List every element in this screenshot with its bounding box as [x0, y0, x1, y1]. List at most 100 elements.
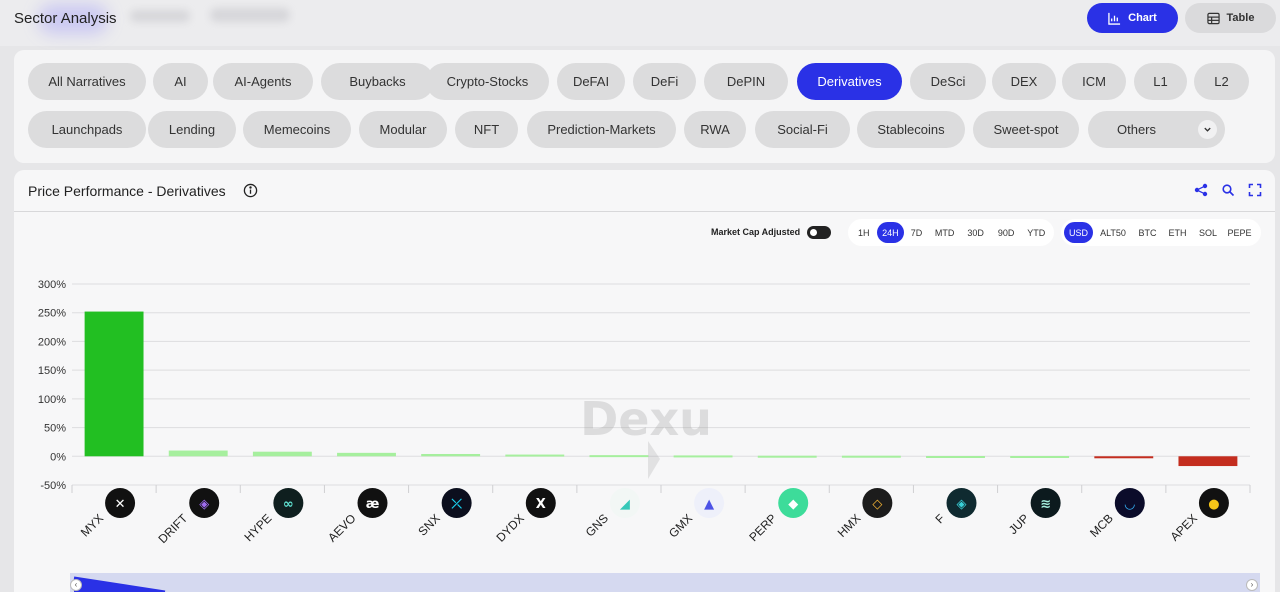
- narrative-chip-stablecoins[interactable]: Stablecoins: [857, 111, 965, 148]
- narrative-chip-label: DeSci: [930, 74, 966, 89]
- narrative-chip-modular[interactable]: Modular: [359, 111, 447, 148]
- base-currency-selector: USD ALT50 BTC ETH SOL PEPE: [1061, 219, 1261, 246]
- chart-view-button[interactable]: Chart: [1087, 3, 1178, 33]
- narrative-chip-buybacks[interactable]: Buybacks: [321, 63, 434, 100]
- narrative-chip-others[interactable]: Others: [1088, 111, 1225, 148]
- zoom-icon[interactable]: [1221, 183, 1235, 197]
- chevron-down-icon[interactable]: [1198, 120, 1217, 139]
- share-icon[interactable]: [1194, 183, 1208, 197]
- table-view-button[interactable]: Table: [1185, 3, 1276, 33]
- fullscreen-icon[interactable]: [1248, 183, 1262, 197]
- narrative-chip-defai[interactable]: DeFAI: [557, 63, 625, 100]
- bar-mcb: [1094, 456, 1154, 459]
- token-glyph: ◇: [872, 497, 882, 512]
- x-tick-label: AEVO: [325, 511, 358, 544]
- timeframe-option-30d[interactable]: 30D: [960, 222, 991, 243]
- market-cap-adjusted-toggle[interactable]: [807, 226, 831, 239]
- chart-view-label: Chart: [1128, 12, 1157, 24]
- narrative-chip-sweet-spot[interactable]: Sweet-spot: [973, 111, 1079, 148]
- narrative-chip-all-narratives[interactable]: All Narratives: [28, 63, 146, 100]
- narrative-chip-derivatives[interactable]: Derivatives: [797, 63, 902, 100]
- narrative-chip-label: Memecoins: [263, 122, 331, 137]
- bar-drift: [168, 450, 228, 457]
- narrative-chip-label: Crypto-Stocks: [446, 74, 529, 89]
- narrative-chip-defi[interactable]: DeFi: [633, 63, 696, 100]
- x-tick-label: DRIFT: [155, 511, 190, 546]
- timeframe-option-24h[interactable]: 24H: [876, 222, 905, 243]
- timeframe-option-7d[interactable]: 7D: [904, 222, 929, 243]
- narrative-chip-depin[interactable]: DePIN: [704, 63, 788, 100]
- x-tick-label: F: [933, 511, 948, 526]
- base-option-eth[interactable]: ETH: [1162, 222, 1193, 243]
- y-tick-label: 100%: [38, 394, 66, 406]
- narrative-chip-crypto-stocks[interactable]: Crypto-Stocks: [426, 63, 549, 100]
- narrative-chip-label: DeFAI: [572, 74, 610, 89]
- narrative-chip-desci[interactable]: DeSci: [910, 63, 986, 100]
- token-glyph: ∞: [283, 497, 294, 512]
- y-tick-label: 150%: [38, 365, 66, 377]
- timeframe-selector: 1H 24H 7D MTD 30D 90D YTD: [848, 219, 1054, 246]
- narrative-chip-prediction-markets[interactable]: Prediction-Markets: [527, 111, 676, 148]
- x-tick-label: MYX: [78, 511, 106, 539]
- narrative-chip-label: Social-Fi: [777, 122, 828, 137]
- token-glyph: X: [536, 497, 546, 512]
- narrative-chip-label: DeFi: [650, 74, 679, 89]
- bar-snx: [421, 453, 481, 457]
- narrative-chip-icm[interactable]: ICM: [1062, 63, 1126, 100]
- narrative-chip-launchpads[interactable]: Launchpads: [28, 111, 146, 148]
- timeframe-option-1h[interactable]: 1H: [851, 222, 877, 243]
- token-glyph: ◈: [957, 497, 967, 512]
- narrative-chip-memecoins[interactable]: Memecoins: [243, 111, 351, 148]
- narrative-chip-lending[interactable]: Lending: [148, 111, 236, 148]
- timeframe-option-90d[interactable]: 90D: [991, 222, 1022, 243]
- info-icon[interactable]: [243, 183, 258, 198]
- token-glyph: ◆: [788, 497, 798, 512]
- narrative-chip-label: RWA: [700, 122, 730, 137]
- narrative-chip-dex[interactable]: DEX: [992, 63, 1056, 100]
- token-glyph: ●: [1208, 497, 1219, 512]
- narrative-chip-l2[interactable]: L2: [1194, 63, 1249, 100]
- token-glyph: ◢: [620, 497, 630, 512]
- narrative-chip-rwa[interactable]: RWA: [684, 111, 746, 148]
- narrative-filter-panel: All Narratives AI AI-Agents Buybacks Crypto-…: [14, 50, 1275, 163]
- narrative-chip-label: Derivatives: [817, 74, 882, 89]
- base-option-pepe[interactable]: PEPE: [1223, 222, 1256, 243]
- y-tick-label: 300%: [38, 279, 66, 291]
- timeframe-option-ytd[interactable]: YTD: [1021, 222, 1051, 243]
- base-option-alt50[interactable]: ALT50: [1093, 222, 1133, 243]
- panel-header: Price Performance - Derivatives: [14, 170, 1275, 212]
- base-option-usd[interactable]: USD: [1064, 222, 1093, 243]
- bar-jup: [1010, 455, 1070, 458]
- range-slider-track[interactable]: [70, 573, 1260, 592]
- narrative-chip-label: Stablecoins: [877, 122, 945, 137]
- narrative-chip-ai-agents[interactable]: AI-Agents: [213, 63, 313, 100]
- narrative-chip-l1[interactable]: L1: [1134, 63, 1187, 100]
- narrative-chip-social-fi[interactable]: Social-Fi: [755, 111, 850, 148]
- x-tick-label: DYDX: [493, 511, 526, 544]
- x-tick-label: PERP: [746, 511, 779, 544]
- x-tick-label: SNX: [415, 511, 442, 538]
- range-handle-right[interactable]: ›: [1246, 579, 1258, 591]
- narrative-chip-nft[interactable]: NFT: [455, 111, 518, 148]
- range-handle-left[interactable]: ‹: [70, 579, 82, 591]
- narrative-chip-label: ICM: [1082, 74, 1106, 89]
- token-glyph: æ: [366, 497, 380, 512]
- base-option-btc[interactable]: BTC: [1133, 222, 1162, 243]
- token-glyph: ≋: [1040, 497, 1051, 512]
- token-glyph: ◡: [1125, 497, 1135, 512]
- narrative-chip-label: L1: [1153, 74, 1168, 89]
- page-title: Sector Analysis: [14, 10, 117, 27]
- narrative-chip-ai[interactable]: AI: [153, 63, 208, 100]
- x-tick-label: HMX: [835, 511, 864, 540]
- base-option-sol[interactable]: SOL: [1193, 222, 1223, 243]
- panel-title: Price Performance - Derivatives: [28, 183, 226, 199]
- narrative-chip-label: AI-Agents: [234, 74, 292, 89]
- narrative-chip-label: Prediction-Markets: [547, 122, 656, 137]
- narrative-chip-label: DePIN: [726, 74, 766, 89]
- timeframe-option-mtd[interactable]: MTD: [929, 222, 961, 243]
- table-icon: [1206, 12, 1220, 24]
- narrative-chip-label: AI: [174, 74, 187, 89]
- token-glyph: ✕: [115, 497, 126, 512]
- bar-gns: [589, 455, 649, 458]
- y-tick-label: 250%: [38, 308, 66, 320]
